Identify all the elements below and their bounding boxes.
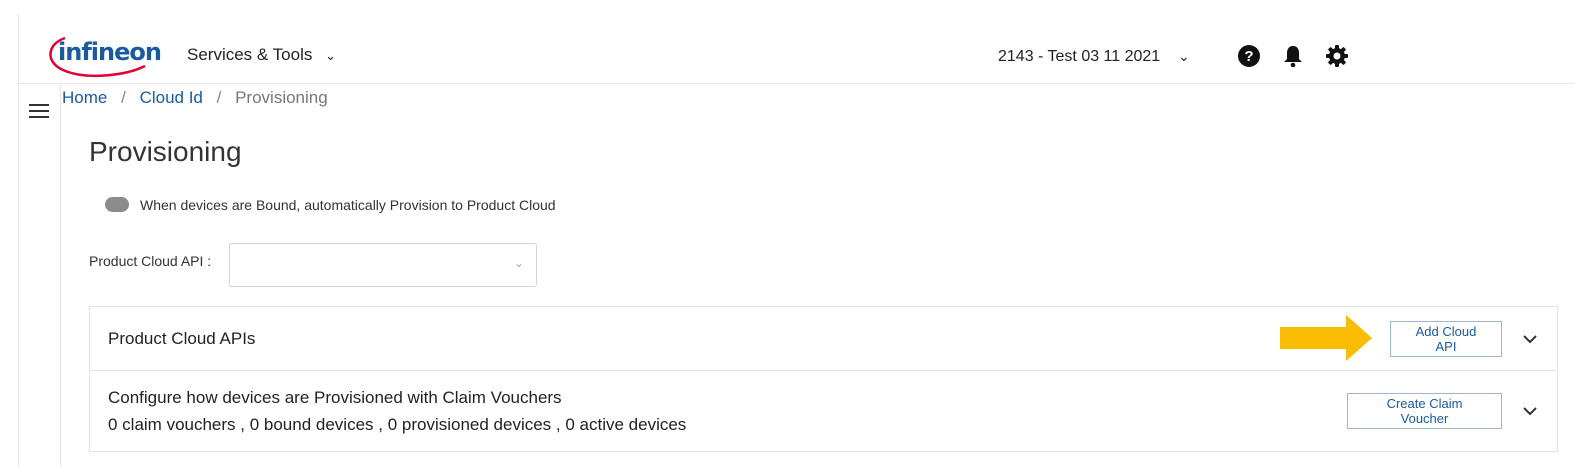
logo-text: infineon: [58, 38, 162, 66]
auto-provision-label: When devices are Bound, automatically Pr…: [140, 197, 556, 213]
chevron-down-icon[interactable]: ⌄: [1178, 48, 1190, 65]
chevron-down-icon[interactable]: [1520, 329, 1540, 349]
annotation-arrow-icon: [1280, 315, 1372, 361]
auto-provision-toggle[interactable]: [105, 197, 129, 212]
breadcrumb: Home / Cloud Id / Provisioning: [62, 88, 328, 108]
infineon-logo[interactable]: infineon: [45, 32, 162, 78]
product-cloud-api-select[interactable]: ⌄: [229, 243, 537, 287]
chevron-down-icon: ⌄: [513, 256, 524, 270]
top-navigation-bar: infineon Services & Tools ⌄ 2143 - Test …: [18, 14, 1575, 84]
page-title: Provisioning: [89, 136, 242, 167]
breadcrumb-cloud-id[interactable]: Cloud Id: [140, 88, 203, 107]
services-tools-label: Services & Tools: [187, 45, 313, 64]
device-summary: 0 claim vouchers , 0 bound devices , 0 p…: [108, 415, 687, 434]
chevron-down-icon: ⌄: [325, 48, 336, 63]
claim-vouchers-panel: Configure how devices are Provisioned wi…: [89, 372, 1558, 452]
product-cloud-api-label: Product Cloud API :: [89, 253, 212, 269]
chevron-down-icon[interactable]: [1520, 401, 1540, 421]
add-cloud-api-button[interactable]: Add Cloud API: [1390, 321, 1502, 357]
breadcrumb-home[interactable]: Home: [62, 88, 107, 107]
gear-icon[interactable]: [1325, 44, 1349, 68]
create-claim-voucher-button[interactable]: Create Claim Voucher: [1347, 393, 1502, 429]
breadcrumb-separator: /: [121, 88, 126, 107]
side-navigation: [18, 84, 61, 467]
panel-title: Product Cloud APIs: [108, 329, 256, 348]
hamburger-menu-icon[interactable]: [29, 104, 49, 120]
breadcrumb-separator: /: [216, 88, 222, 107]
svg-text:?: ?: [1244, 48, 1253, 65]
panel-title: Configure how devices are Provisioned wi…: [108, 388, 562, 407]
help-icon[interactable]: ?: [1237, 44, 1261, 68]
tenant-selector[interactable]: 2143 - Test 03 11 2021: [998, 48, 1160, 66]
services-tools-menu[interactable]: Services & Tools ⌄: [187, 45, 336, 65]
bell-icon[interactable]: [1281, 44, 1305, 68]
breadcrumb-current: Provisioning: [235, 88, 328, 107]
